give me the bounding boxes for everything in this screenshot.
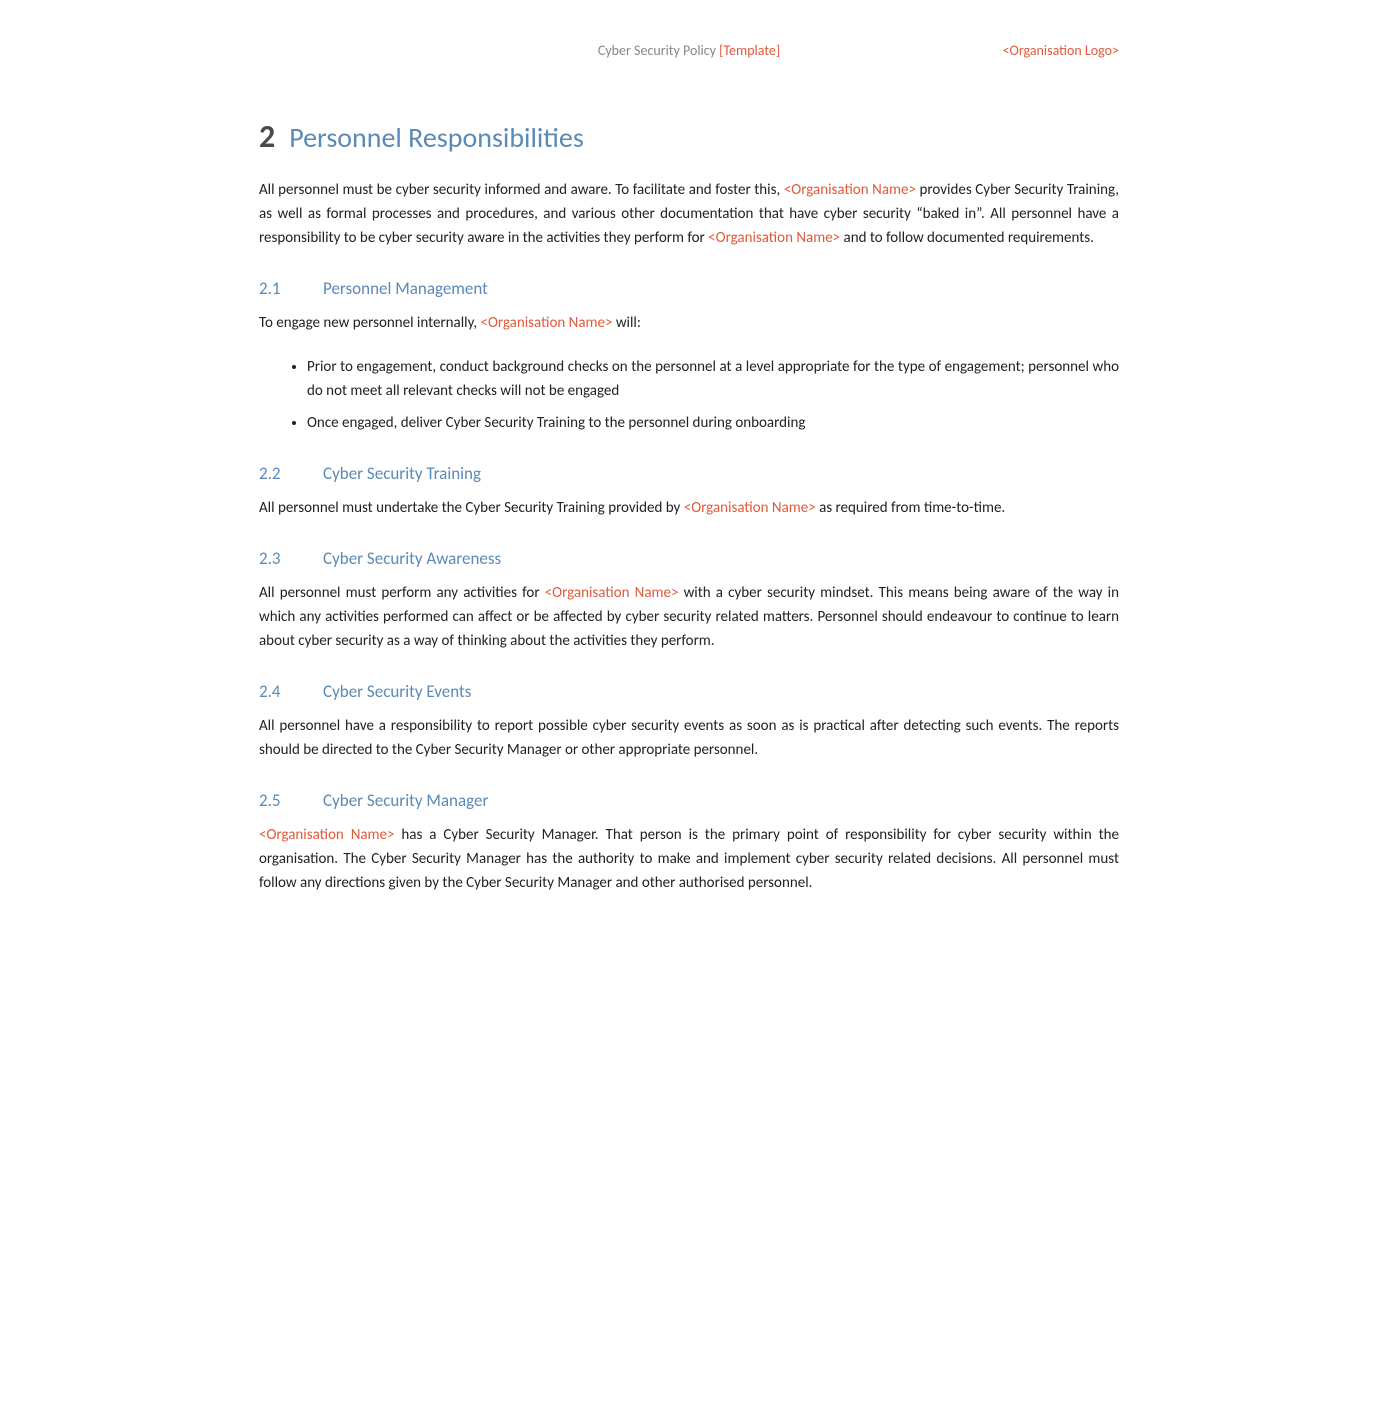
sub2-3-org-name: <Organisation Name> [545,584,679,602]
sub2-3-text-pre: All personnel must perform any activitie… [259,584,545,602]
section2-number: 2 [259,117,275,156]
sub2-5-org-name: <Organisation Name> [259,826,394,844]
subsection-2-4-body: All personnel have a responsibility to r… [259,714,1119,762]
sub2-2-text-post: as required from time-to-time. [816,499,1006,517]
subsection-2-1-number: 2.1 [259,278,295,299]
sub2-1-org-name: <Organisation Name> [480,314,612,332]
sub2-2-org-name: <Organisation Name> [684,499,816,517]
subsection-2-3-header: 2.3 Cyber Security Awareness [259,548,1119,569]
intro-org-name-1: <Organisation Name> [784,181,916,199]
subsection-2-5-body: <Organisation Name> has a Cyber Security… [259,823,1119,895]
header-logo: <Organisation Logo> [1003,42,1119,59]
subsection-2-2-title: Cyber Security Training [323,463,481,484]
bullet-item: Once engaged, deliver Cyber Security Tra… [307,411,1119,435]
header-template-bracket: [Template] [719,42,780,59]
section2-title-block: 2 Personnel Responsibilities [259,117,1119,156]
subsection-2-3-number: 2.3 [259,548,295,569]
header-title-text: Cyber Security Policy [598,42,719,59]
subsection-2-1-header: 2.1 Personnel Management [259,278,1119,299]
section2-intro-paragraph: All personnel must be cyber security inf… [259,178,1119,250]
header-title: Cyber Security Policy [Template] [259,42,1119,59]
subsection-2-3-body: All personnel must perform any activitie… [259,581,1119,653]
subsection-2-5-title: Cyber Security Manager [323,790,488,811]
subsection-2-4-title: Cyber Security Events [323,681,471,702]
sub2-1-text-pre: To engage new personnel internally, [259,314,480,332]
subsection-2-2-body: All personnel must undertake the Cyber S… [259,496,1119,520]
section2-title: Personnel Responsibilities [289,120,584,155]
bullet-item: Prior to engagement, conduct background … [307,355,1119,403]
subsection-2-1: 2.1 Personnel Management To engage new p… [259,278,1119,435]
page-header: Cyber Security Policy [Template] <Organi… [259,30,1119,89]
subsection-2-5-number: 2.5 [259,790,295,811]
subsection-2-4-header: 2.4 Cyber Security Events [259,681,1119,702]
subsection-2-3-title: Cyber Security Awareness [323,548,501,569]
subsection-2-4-number: 2.4 [259,681,295,702]
intro-org-name-2: <Organisation Name> [708,229,840,247]
subsection-2-1-title: Personnel Management [323,278,488,299]
subsection-2-3: 2.3 Cyber Security Awareness All personn… [259,548,1119,653]
subsection-2-2-number: 2.2 [259,463,295,484]
subsection-2-4: 2.4 Cyber Security Events All personnel … [259,681,1119,762]
page-container: Cyber Security Policy [Template] <Organi… [199,0,1179,975]
subsection-2-1-bullets: Prior to engagement, conduct background … [307,355,1119,435]
subsection-2-2-header: 2.2 Cyber Security Training [259,463,1119,484]
intro-text-1: All personnel must be cyber security inf… [259,181,784,199]
subsection-2-2: 2.2 Cyber Security Training All personne… [259,463,1119,520]
subsection-2-1-body: To engage new personnel internally, <Org… [259,311,1119,335]
subsection-2-5-header: 2.5 Cyber Security Manager [259,790,1119,811]
sub2-1-text-post: will: [612,314,640,332]
intro-text-3: and to follow documented requirements. [840,229,1094,247]
subsection-2-5: 2.5 Cyber Security Manager <Organisation… [259,790,1119,895]
sub2-2-text-pre: All personnel must undertake the Cyber S… [259,499,684,517]
